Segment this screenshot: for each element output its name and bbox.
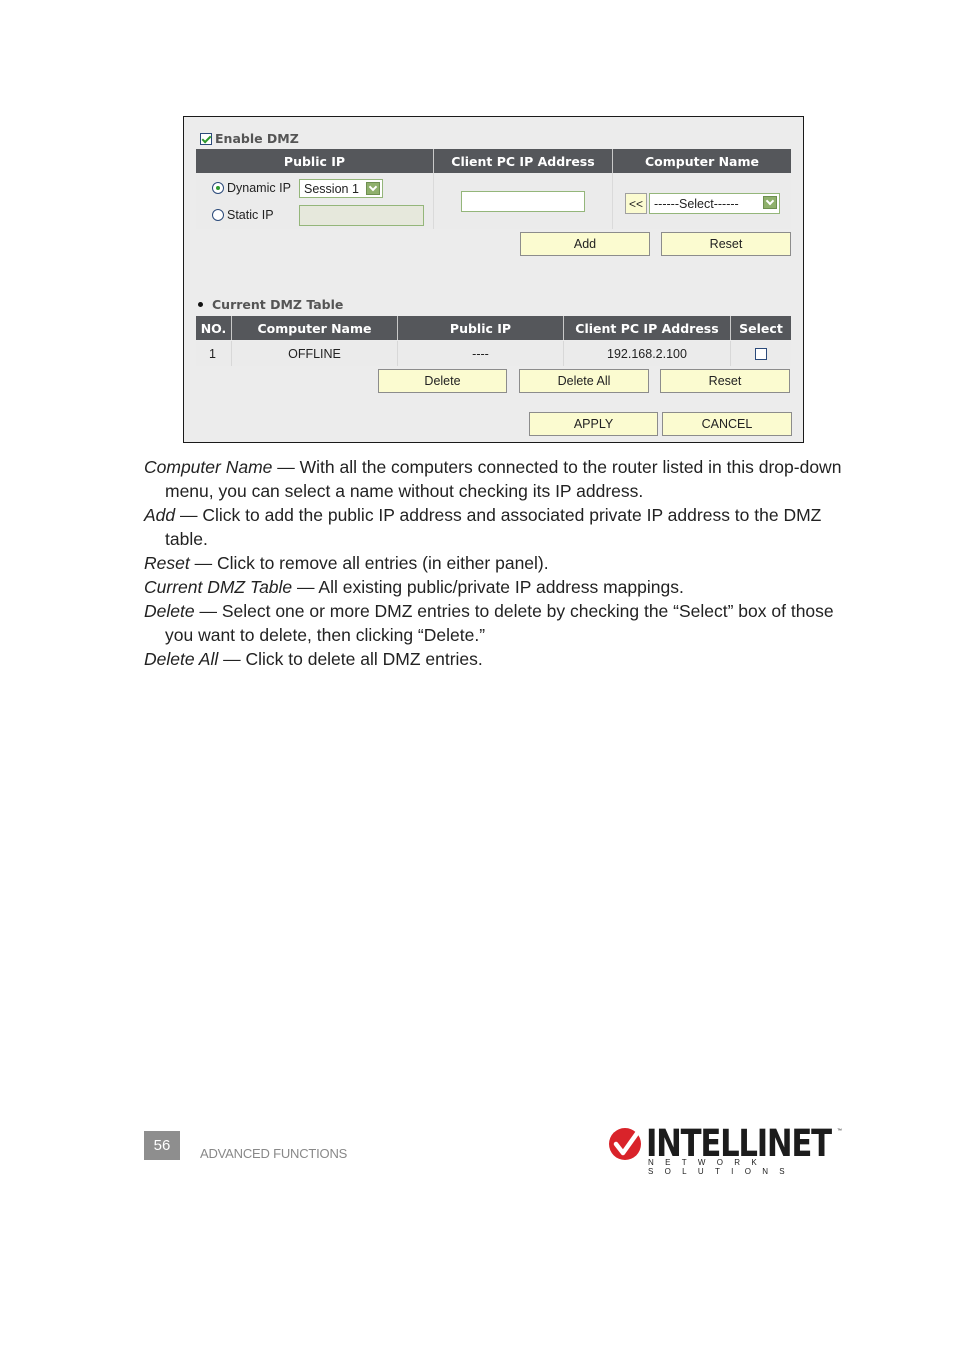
header-public-ip: Public IP: [196, 149, 434, 173]
desc-text: — Click to remove all entries (in either…: [189, 553, 549, 573]
col-no: NO.: [196, 316, 232, 340]
header-client-ip: Client PC IP Address: [434, 149, 613, 173]
row-public-ip: ----: [398, 341, 564, 366]
desc-term: Reset: [144, 553, 190, 573]
intellinet-logo: INTELLINET NETWORK SOLUTIONS ™: [608, 1124, 844, 1176]
section-title: ADVANCED FUNCTIONS: [200, 1146, 348, 1161]
dynamic-ip-label: Dynamic IP: [227, 181, 291, 195]
client-ip-input[interactable]: [461, 191, 585, 212]
row-client-ip: 192.168.2.100: [564, 341, 731, 366]
delete-button[interactable]: Delete: [378, 369, 507, 393]
desc-delete: Delete — Select one or more DMZ entries …: [144, 599, 844, 647]
add-button[interactable]: Add: [520, 232, 650, 256]
bullet-icon: [198, 302, 203, 307]
desc-delete-all: Delete All — Click to delete all DMZ ent…: [144, 647, 844, 671]
desc-term: Delete: [144, 601, 195, 621]
cancel-button[interactable]: CANCEL: [662, 412, 792, 436]
desc-term: Computer Name: [144, 457, 273, 477]
computer-name-select[interactable]: ------Select------: [649, 193, 780, 214]
desc-add: Add — Click to add the public IP address…: [144, 503, 844, 551]
delete-all-button[interactable]: Delete All: [519, 369, 649, 393]
trademark-symbol: ™: [837, 1128, 842, 1134]
chevron-down-icon[interactable]: [763, 196, 777, 209]
dynamic-ip-radio[interactable]: [212, 182, 224, 194]
static-ip-option[interactable]: Static IP: [212, 208, 274, 222]
desc-term: Current DMZ Table: [144, 577, 293, 597]
row-no: 1: [196, 341, 232, 366]
desc-text: — Click to add the public IP address and…: [165, 505, 822, 549]
current-dmz-table-label: Current DMZ Table: [212, 297, 344, 312]
computer-name-select-value: ------Select------: [654, 196, 739, 211]
reset-form-button[interactable]: Reset: [661, 232, 791, 256]
desc-text: — Click to delete all DMZ entries.: [218, 649, 483, 669]
enable-dmz-label: Enable DMZ: [215, 131, 299, 146]
session-select-value: Session 1: [304, 181, 359, 196]
current-dmz-table-title: Current DMZ Table: [198, 297, 343, 312]
static-ip-label: Static IP: [227, 208, 274, 222]
desc-term: Add: [144, 505, 176, 525]
static-ip-input[interactable]: [299, 205, 424, 226]
dmz-settings-screenshot: Enable DMZ Public IP Client PC IP Addres…: [183, 116, 804, 443]
header-computer-name: Computer Name: [613, 149, 791, 173]
desc-text: — All existing public/private IP address…: [292, 577, 684, 597]
col-computer-name: Computer Name: [232, 316, 398, 340]
chevron-down-icon[interactable]: [366, 182, 380, 195]
col-client-ip: Client PC IP Address: [564, 316, 731, 340]
row-select-checkbox[interactable]: [755, 347, 767, 360]
session-select[interactable]: Session 1: [299, 179, 383, 198]
row-computer-name: OFFLINE: [232, 341, 398, 366]
row-select-cell: [731, 341, 791, 366]
page-number: 56: [144, 1131, 180, 1160]
desc-term: Delete All: [144, 649, 219, 669]
enable-dmz[interactable]: Enable DMZ: [200, 131, 299, 146]
field-descriptions: Computer Name — With all the computers c…: [144, 455, 844, 671]
desc-computer-name: Computer Name — With all the computers c…: [144, 455, 844, 503]
logo-tagline: NETWORK SOLUTIONS: [648, 1158, 796, 1176]
copy-name-button[interactable]: <<: [625, 193, 647, 214]
desc-reset: Reset — Click to remove all entries (in …: [144, 551, 844, 575]
desc-current-dmz-table: Current DMZ Table — All existing public/…: [144, 575, 844, 599]
col-public-ip: Public IP: [398, 316, 564, 340]
desc-text: — Select one or more DMZ entries to dele…: [165, 601, 834, 645]
apply-button[interactable]: APPLY: [529, 412, 658, 436]
dynamic-ip-option[interactable]: Dynamic IP: [212, 181, 291, 195]
static-ip-radio[interactable]: [212, 209, 224, 221]
col-select: Select: [731, 316, 791, 340]
checkmark-logo-icon: [609, 1128, 641, 1160]
reset-table-button[interactable]: Reset: [660, 369, 790, 393]
enable-dmz-checkbox[interactable]: [200, 132, 212, 145]
